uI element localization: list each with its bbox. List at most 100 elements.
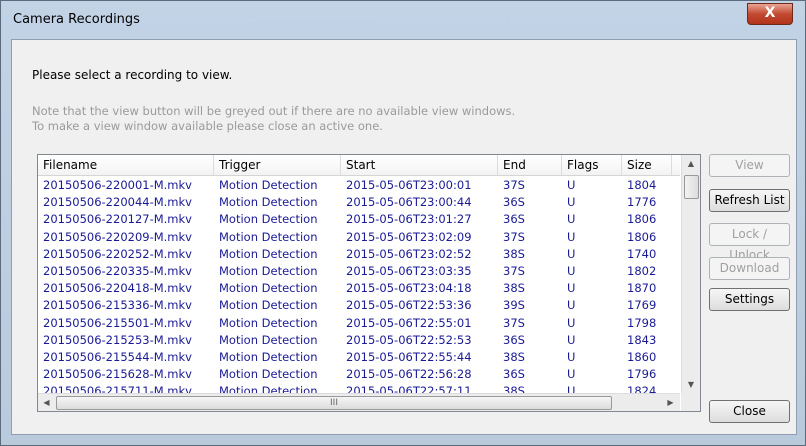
refresh-list-button[interactable]: Refresh List (709, 189, 790, 212)
select-prompt: Please select a recording to view. (32, 68, 233, 82)
flags-cell: U (567, 298, 576, 313)
settings-button[interactable]: Settings (709, 288, 790, 311)
end-cell: 38S (503, 349, 525, 364)
size-cell: 1769 (627, 298, 657, 313)
horizontal-scrollbar[interactable]: ◀ III ▶ (38, 393, 680, 411)
scroll-right-icon[interactable]: ▶ (662, 394, 679, 411)
trigger-cell: Motion Detection (219, 212, 318, 227)
title-bar[interactable]: Camera Recordings X (1, 1, 805, 39)
recordings-list[interactable]: Filename Trigger Start End Flags Size 20… (37, 154, 701, 412)
filename-cell: 20150506-215253-M.mkv (43, 332, 192, 347)
size-cell: 1860 (627, 349, 657, 364)
list-rows: 20150506-220001-M.mkv Motion Detection 201… (38, 177, 680, 400)
filename-cell: 20150506-220335-M.mkv (43, 263, 192, 278)
end-cell: 37S (503, 229, 525, 244)
start-cell: 2015-05-06T23:03:35 (346, 263, 472, 278)
column-header-start[interactable]: Start (341, 155, 498, 175)
filename-cell: 20150506-215336-M.mkv (43, 298, 192, 313)
size-cell: 1843 (627, 332, 657, 347)
filename-cell: 20150506-220252-M.mkv (43, 246, 192, 261)
trigger-cell: Motion Detection (219, 332, 318, 347)
vertical-scroll-thumb[interactable] (684, 175, 699, 199)
column-header-flags[interactable]: Flags (562, 155, 622, 175)
dialog-body: Please select a recording to view. Note … (11, 39, 797, 435)
filename-cell: 20150506-215501-M.mkv (43, 315, 192, 330)
end-cell: 37S (503, 178, 525, 192)
table-row[interactable]: 20150506-215628-M.mkv Motion Detection 201… (38, 366, 680, 383)
table-row[interactable]: 20150506-220252-M.mkv Motion Detection 201… (38, 246, 680, 263)
table-row[interactable]: 20150506-220209-M.mkv Motion Detection 201… (38, 229, 680, 246)
trigger-cell: Motion Detection (219, 178, 318, 192)
trigger-cell: Motion Detection (219, 263, 318, 278)
table-row[interactable]: 20150506-215336-M.mkv Motion Detection 201… (38, 297, 680, 314)
start-cell: 2015-05-06T22:52:53 (346, 332, 472, 347)
column-header-size[interactable]: Size (622, 155, 672, 175)
column-header-trigger[interactable]: Trigger (214, 155, 341, 175)
filename-cell: 20150506-220209-M.mkv (43, 229, 192, 244)
start-cell: 2015-05-06T23:04:18 (346, 281, 472, 296)
table-row[interactable]: 20150506-215544-M.mkv Motion Detection 201… (38, 349, 680, 366)
trigger-cell: Motion Detection (219, 195, 318, 210)
trigger-cell: Motion Detection (219, 315, 318, 330)
window-close-button[interactable]: X (747, 3, 793, 25)
size-cell: 1870 (627, 281, 657, 296)
table-row[interactable]: 20150506-220127-M.mkv Motion Detection 201… (38, 211, 680, 228)
download-button[interactable]: Download (709, 257, 790, 280)
table-row[interactable]: 20150506-220335-M.mkv Motion Detection 201… (38, 263, 680, 280)
close-button[interactable]: Close (709, 400, 790, 423)
flags-cell: U (567, 195, 576, 210)
flags-cell: U (567, 315, 576, 330)
end-cell: 36S (503, 212, 525, 227)
start-cell: 2015-05-06T22:55:44 (346, 349, 472, 364)
size-cell: 1802 (627, 263, 657, 278)
end-cell: 39S (503, 298, 525, 313)
scroll-left-icon[interactable]: ◀ (38, 394, 55, 411)
table-row[interactable]: 20150506-220001-M.mkv Motion Detection 201… (38, 177, 680, 194)
note-line-2: To make a view window available please c… (32, 119, 383, 133)
filename-cell: 20150506-215628-M.mkv (43, 367, 192, 382)
flags-cell: U (567, 367, 576, 382)
size-cell: 1806 (627, 229, 657, 244)
column-header-end[interactable]: End (498, 155, 562, 175)
note-line-1: Note that the view button will be greyed… (32, 104, 516, 118)
trigger-cell: Motion Detection (219, 246, 318, 261)
flags-cell: U (567, 229, 576, 244)
size-cell: 1740 (627, 246, 657, 261)
lock-unlock-button[interactable]: Lock / Unlock (709, 223, 790, 262)
end-cell: 38S (503, 281, 525, 296)
end-cell: 36S (503, 367, 525, 382)
scroll-up-icon[interactable]: ▲ (682, 155, 700, 172)
filename-cell: 20150506-220044-M.mkv (43, 195, 192, 210)
vertical-scrollbar[interactable]: ▲ ▼ (681, 155, 700, 393)
size-cell: 1806 (627, 212, 657, 227)
trigger-cell: Motion Detection (219, 281, 318, 296)
scroll-down-icon[interactable]: ▼ (682, 376, 700, 393)
flags-cell: U (567, 281, 576, 296)
flags-cell: U (567, 246, 576, 261)
filename-cell: 20150506-215544-M.mkv (43, 349, 192, 364)
horizontal-scroll-thumb[interactable]: III (56, 396, 612, 410)
table-row[interactable]: 20150506-215253-M.mkv Motion Detection 201… (38, 332, 680, 349)
start-cell: 2015-05-06T23:01:27 (346, 212, 472, 227)
column-header-filename[interactable]: Filename (38, 155, 214, 175)
flags-cell: U (567, 178, 576, 192)
table-row[interactable]: 20150506-215501-M.mkv Motion Detection 201… (38, 315, 680, 332)
size-cell: 1776 (627, 195, 657, 210)
size-cell: 1796 (627, 367, 657, 382)
end-cell: 36S (503, 195, 525, 210)
end-cell: 38S (503, 246, 525, 261)
start-cell: 2015-05-06T22:55:01 (346, 315, 472, 330)
flags-cell: U (567, 349, 576, 364)
size-cell: 1804 (627, 178, 657, 192)
camera-recordings-window: Camera Recordings X Please select a reco… (0, 0, 806, 446)
end-cell: 37S (503, 263, 525, 278)
start-cell: 2015-05-06T22:56:28 (346, 367, 472, 382)
table-row[interactable]: 20150506-220418-M.mkv Motion Detection 201… (38, 280, 680, 297)
table-row[interactable]: 20150506-220044-M.mkv Motion Detection 201… (38, 194, 680, 211)
view-button[interactable]: View (709, 154, 790, 177)
filename-cell: 20150506-220127-M.mkv (43, 212, 192, 227)
start-cell: 2015-05-06T23:02:52 (346, 246, 472, 261)
end-cell: 36S (503, 332, 525, 347)
start-cell: 2015-05-06T23:00:01 (346, 178, 472, 192)
start-cell: 2015-05-06T23:00:44 (346, 195, 472, 210)
